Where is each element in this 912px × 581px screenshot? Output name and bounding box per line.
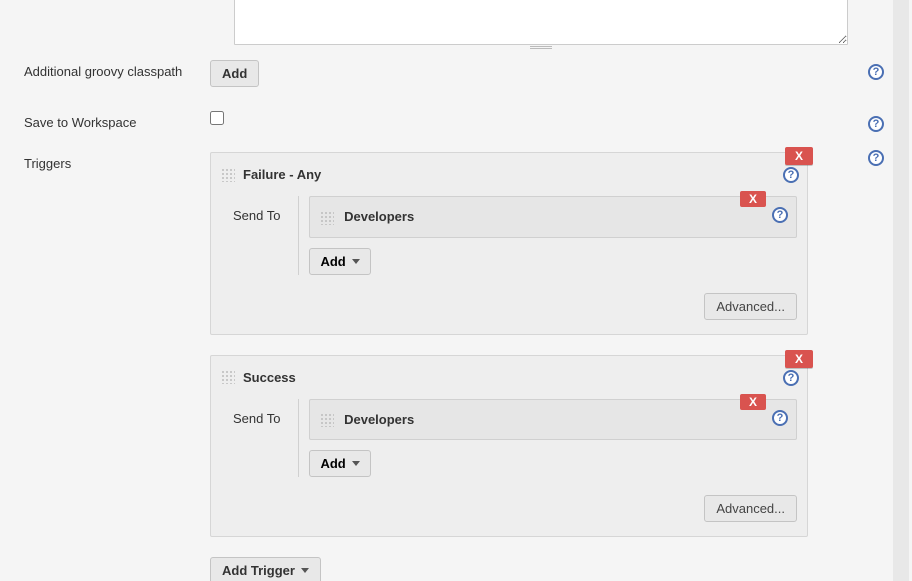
advanced-button[interactable]: Advanced... <box>704 495 797 522</box>
recipient-card: X Developers ? <box>309 399 797 441</box>
triggers-label: Triggers <box>0 152 210 171</box>
drag-handle-icon[interactable] <box>320 211 334 225</box>
help-icon[interactable]: ? <box>772 410 788 426</box>
add-classpath-button[interactable]: Add <box>210 60 259 87</box>
save-workspace-checkbox[interactable] <box>210 111 224 125</box>
help-icon[interactable]: ? <box>868 64 884 80</box>
drag-handle-icon[interactable] <box>221 168 235 182</box>
trigger-title: Success <box>243 370 296 385</box>
send-to-label: Send To <box>233 399 280 426</box>
delete-recipient-button[interactable]: X <box>740 394 766 410</box>
right-gutter <box>893 0 909 581</box>
send-to-label: Send To <box>233 196 280 223</box>
trigger-title: Failure - Any <box>243 167 321 182</box>
help-icon[interactable]: ? <box>783 370 799 386</box>
trigger-card: X Failure - Any ? Send To X Developers ? <box>210 152 808 335</box>
delete-trigger-button[interactable]: X <box>785 350 813 368</box>
recipient-name: Developers <box>344 209 414 224</box>
delete-trigger-button[interactable]: X <box>785 147 813 165</box>
chevron-down-icon <box>352 259 360 264</box>
help-icon[interactable]: ? <box>868 150 884 166</box>
drag-handle-icon[interactable] <box>320 413 334 427</box>
chevron-down-icon <box>352 461 360 466</box>
textarea-resize-handle[interactable] <box>234 46 848 53</box>
recipient-card: X Developers ? <box>309 196 797 238</box>
add-recipient-button[interactable]: Add <box>309 450 370 477</box>
add-recipient-button[interactable]: Add <box>309 248 370 275</box>
help-icon[interactable]: ? <box>783 167 799 183</box>
script-textarea[interactable] <box>234 0 848 45</box>
help-icon[interactable]: ? <box>772 207 788 223</box>
trigger-card: X Success ? Send To X Developers ? <box>210 355 808 538</box>
delete-recipient-button[interactable]: X <box>740 191 766 207</box>
save-workspace-label: Save to Workspace <box>0 111 210 130</box>
help-icon[interactable]: ? <box>868 116 884 132</box>
drag-handle-icon[interactable] <box>221 370 235 384</box>
advanced-button[interactable]: Advanced... <box>704 293 797 320</box>
recipient-name: Developers <box>344 412 414 427</box>
classpath-label: Additional groovy classpath <box>0 60 210 79</box>
add-trigger-button[interactable]: Add Trigger <box>210 557 321 581</box>
chevron-down-icon <box>301 568 309 573</box>
